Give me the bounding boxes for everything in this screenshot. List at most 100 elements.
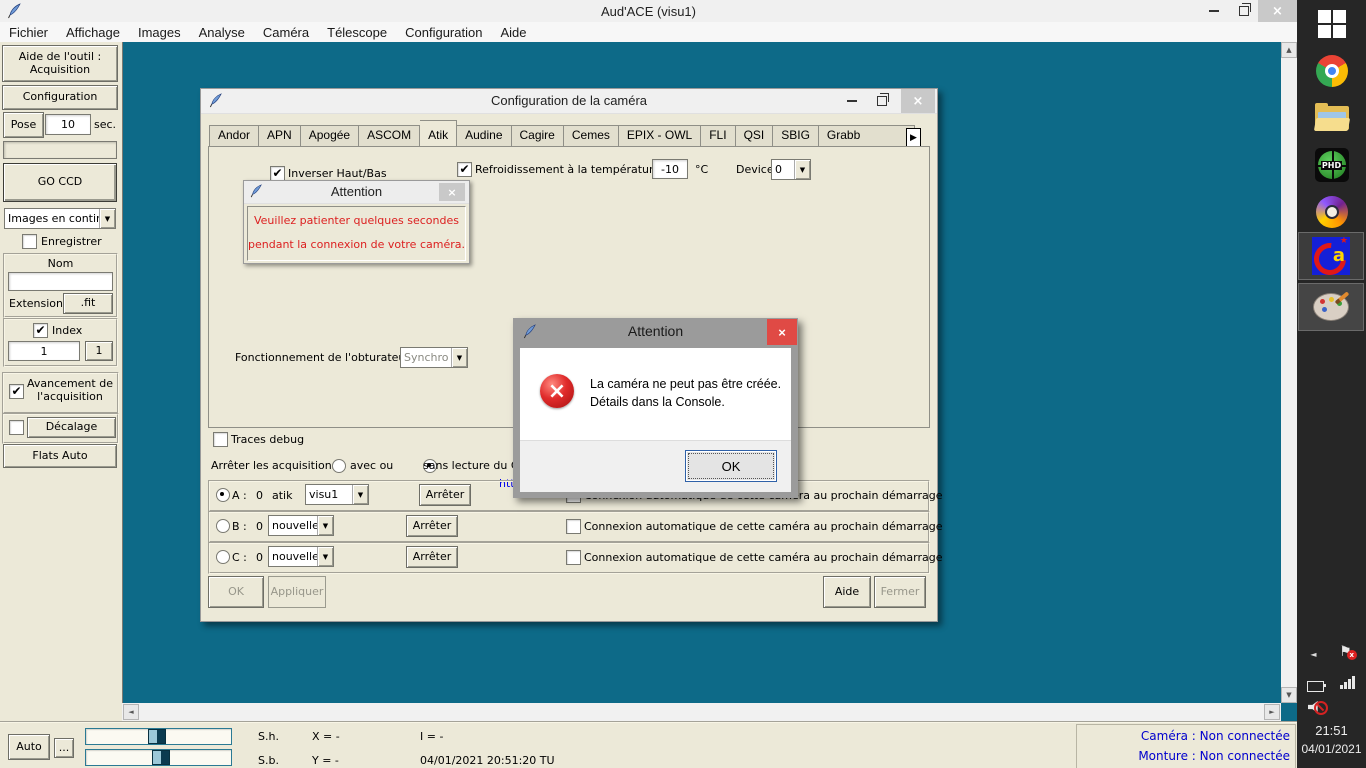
- slider-handle[interactable]: [148, 729, 166, 744]
- tab-webcam-grabber[interactable]: WebCam - Grabb: [819, 125, 915, 147]
- tab-qsi[interactable]: QSI: [736, 125, 774, 147]
- start-button[interactable]: [1297, 10, 1366, 38]
- tab-audine[interactable]: Audine: [457, 125, 511, 147]
- taskbar-item-browser[interactable]: [1297, 196, 1366, 228]
- more-thresholds-button[interactable]: ...: [54, 738, 74, 758]
- slot-b-stop-button[interactable]: Arrêter: [406, 515, 458, 537]
- dropdown-arrow-icon[interactable]: ▼: [794, 160, 810, 179]
- threshold-low-slider[interactable]: [85, 749, 232, 766]
- traces-debug-checkbox[interactable]: [213, 432, 228, 447]
- slot-b-radio[interactable]: [216, 519, 230, 533]
- clock-time[interactable]: 21:51: [1297, 723, 1366, 738]
- pose-button[interactable]: Pose: [3, 112, 44, 138]
- clock-date[interactable]: 04/01/2021: [1297, 742, 1366, 756]
- taskbar-item-chrome[interactable]: [1297, 55, 1366, 87]
- slot-c-stop-button[interactable]: Arrêter: [406, 546, 458, 568]
- slot-a-select[interactable]: visu1 ▼: [305, 484, 369, 505]
- tool-help-button[interactable]: Aide de l'outil : Acquisition: [2, 45, 118, 82]
- dialog-close-button[interactable]: ×: [901, 89, 935, 113]
- vertical-scrollbar[interactable]: ▲ ▼: [1281, 42, 1297, 703]
- horizontal-scrollbar[interactable]: ◄ ►: [122, 703, 1281, 721]
- minimize-button[interactable]: [1200, 0, 1228, 22]
- taskbar-item-audace[interactable]: a ★: [1298, 232, 1364, 280]
- tab-andor[interactable]: Andor: [209, 125, 259, 147]
- tab-ascom[interactable]: ASCOM: [359, 125, 420, 147]
- acquisition-mode-select[interactable]: Images en continu ▼: [4, 208, 116, 229]
- tab-fli[interactable]: FLI: [701, 125, 735, 147]
- index-reset-button[interactable]: 1: [85, 341, 113, 361]
- slot-c-autoconnect-checkbox[interactable]: [566, 550, 581, 565]
- slot-c-select[interactable]: nouvelle ▼: [268, 546, 334, 567]
- index-checkbox[interactable]: ✔: [33, 323, 48, 338]
- datetime-label: 04/01/2021 20:51:20 TU: [420, 754, 555, 767]
- enregistrer-checkbox[interactable]: [22, 234, 37, 249]
- auto-button[interactable]: Auto: [8, 734, 50, 760]
- taskbar-item-explorer[interactable]: [1297, 103, 1366, 131]
- cooling-checkbox[interactable]: ✔: [457, 162, 472, 177]
- tab-sbig[interactable]: SBIG: [773, 125, 819, 147]
- scroll-right-button[interactable]: ►: [1264, 704, 1280, 720]
- tab-cemes[interactable]: Cemes: [564, 125, 619, 147]
- stop-with-radio[interactable]: [332, 459, 346, 473]
- wait-close-button[interactable]: ×: [439, 183, 465, 201]
- dialog-minimize-button[interactable]: [839, 89, 865, 113]
- nom-input[interactable]: [8, 272, 113, 291]
- tab-cagire[interactable]: Cagire: [512, 125, 564, 147]
- taskbar-item-phd2[interactable]: PHD: [1297, 148, 1366, 182]
- apply-button[interactable]: Appliquer: [268, 576, 326, 608]
- taskbar-item-paint[interactable]: [1298, 283, 1364, 331]
- volume-muted-icon[interactable]: [1283, 699, 1352, 715]
- device-select[interactable]: 0 ▼: [771, 159, 811, 180]
- network-signal-icon[interactable]: [1313, 676, 1366, 689]
- invert-checkbox[interactable]: ✔: [270, 166, 285, 181]
- menu-item-aide[interactable]: Aide: [491, 25, 535, 40]
- tab-epix-owl[interactable]: EPIX - OWL: [619, 125, 701, 147]
- avancement-checkbox[interactable]: ✔: [9, 384, 24, 399]
- decalage-checkbox[interactable]: [9, 420, 24, 435]
- restore-button[interactable]: [1230, 0, 1258, 22]
- tab-apogee[interactable]: Apogée: [301, 125, 359, 147]
- tab-atik[interactable]: Atik: [420, 120, 457, 147]
- help-button[interactable]: Aide: [823, 576, 871, 608]
- slider-handle[interactable]: [152, 750, 170, 765]
- action-center-icon[interactable]: ⚑x: [1311, 644, 1366, 660]
- flats-auto-button[interactable]: Flats Auto: [3, 444, 117, 468]
- tab-apn[interactable]: APN: [259, 125, 301, 147]
- menu-item-configuration[interactable]: Configuration: [396, 25, 491, 40]
- scroll-up-button[interactable]: ▲: [1281, 42, 1297, 58]
- scroll-left-button[interactable]: ◄: [123, 704, 139, 720]
- slot-b-autoconnect-checkbox[interactable]: [566, 519, 581, 534]
- slot-a-stop-button[interactable]: Arrêter: [419, 484, 471, 506]
- close-button[interactable]: ×: [1258, 0, 1297, 22]
- dialog-restore-button[interactable]: [869, 89, 895, 113]
- error-ok-button[interactable]: OK: [685, 450, 777, 482]
- decalage-button[interactable]: Décalage: [27, 417, 116, 438]
- dropdown-arrow-icon[interactable]: ▼: [352, 485, 368, 504]
- slot-b-stop-label: Arrêter: [413, 520, 452, 533]
- menu-item-camera[interactable]: Caméra: [254, 25, 318, 40]
- dropdown-arrow-icon[interactable]: ▼: [317, 516, 333, 535]
- go-ccd-button[interactable]: GO CCD: [3, 163, 117, 202]
- ok-button[interactable]: OK: [208, 576, 264, 608]
- cooling-temp-input[interactable]: -10: [652, 159, 688, 179]
- menu-item-fichier[interactable]: Fichier: [0, 25, 57, 40]
- dropdown-arrow-icon[interactable]: ▼: [317, 547, 333, 566]
- menu-item-analyse[interactable]: Analyse: [190, 25, 254, 40]
- dropdown-arrow-icon[interactable]: ▼: [99, 209, 115, 228]
- dropdown-arrow-icon[interactable]: ▼: [451, 348, 467, 367]
- extension-button[interactable]: .fit: [63, 293, 113, 314]
- shutter-select[interactable]: Synchro ▼: [400, 347, 468, 368]
- error-close-button[interactable]: ×: [767, 319, 797, 345]
- index-input[interactable]: 1: [8, 341, 80, 361]
- pose-input[interactable]: 10: [45, 114, 91, 135]
- menu-item-affichage[interactable]: Affichage: [57, 25, 129, 40]
- threshold-high-slider[interactable]: [85, 728, 232, 745]
- configuration-button[interactable]: Configuration: [2, 85, 118, 110]
- slot-c-radio[interactable]: [216, 550, 230, 564]
- fermer-button[interactable]: Fermer: [874, 576, 926, 608]
- tab-overflow-button[interactable]: ▶: [906, 128, 921, 148]
- menu-item-telescope[interactable]: Télescope: [318, 25, 396, 40]
- slot-a-radio[interactable]: [216, 488, 230, 502]
- menu-item-images[interactable]: Images: [129, 25, 190, 40]
- slot-b-select[interactable]: nouvelle ▼: [268, 515, 334, 536]
